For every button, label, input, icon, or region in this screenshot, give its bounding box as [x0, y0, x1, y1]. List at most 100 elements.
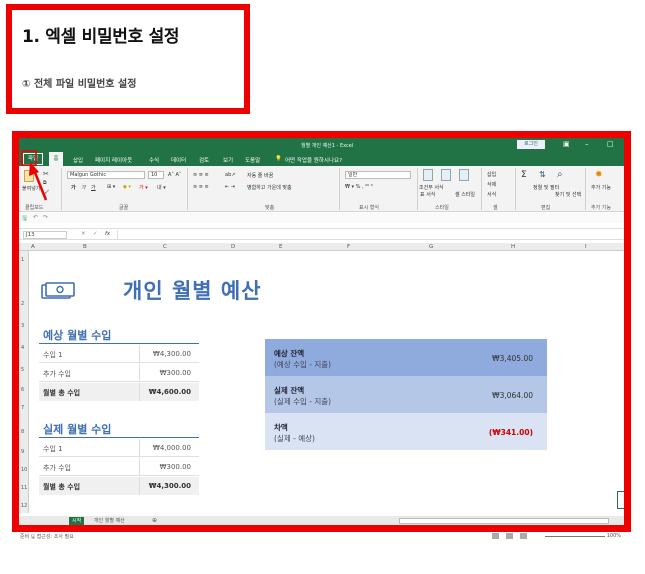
- menu-home[interactable]: 홈: [49, 152, 63, 166]
- format-table-icon[interactable]: [441, 169, 451, 181]
- page-layout-view-icon[interactable]: [506, 533, 513, 539]
- col-header[interactable]: H: [511, 244, 515, 250]
- add-sheet-icon[interactable]: ⊕: [149, 517, 160, 525]
- col-header[interactable]: C: [163, 244, 167, 250]
- row-header[interactable]: 3: [21, 323, 24, 329]
- format-cells-button[interactable]: 서식: [487, 191, 496, 198]
- menu-data[interactable]: 데이터: [171, 156, 186, 164]
- menu-insert[interactable]: 삽입: [73, 156, 83, 164]
- cell-style-label[interactable]: 셀 스타일: [455, 191, 475, 198]
- menu-help[interactable]: 도움말: [245, 156, 260, 164]
- enter-icon[interactable]: ✓: [93, 231, 98, 237]
- sort-filter-button[interactable]: 정렬 및 필터: [533, 184, 559, 191]
- zoom-slider[interactable]: [545, 536, 605, 537]
- phonetic-icon[interactable]: 내 ▾: [157, 184, 166, 191]
- indent-icon[interactable]: ⇤ ⇥: [225, 184, 235, 190]
- login-button[interactable]: 로그인: [517, 140, 545, 149]
- number-format-select[interactable]: 일반: [345, 171, 411, 179]
- cell-style-icon[interactable]: [459, 169, 469, 181]
- autosum-icon[interactable]: Σ: [521, 170, 527, 180]
- sheet-grid[interactable]: 개인 월별 예산 예상 월별 수입 수입 1 ₩4,300.00 추가 수입 ₩…: [29, 251, 624, 513]
- row-header[interactable]: 4: [21, 345, 24, 351]
- menu-page-layout[interactable]: 페이지 레이아웃: [95, 156, 132, 164]
- row-header[interactable]: 10: [21, 467, 27, 473]
- italic-icon[interactable]: 가: [81, 184, 86, 191]
- menu-formulas[interactable]: 수식: [149, 156, 159, 164]
- page-break-view-icon[interactable]: [520, 533, 527, 539]
- font-size-select[interactable]: 10: [148, 171, 164, 179]
- balance-row-difference[interactable]: 차액 (실제 - 예상) (₩341.00): [265, 413, 547, 450]
- merge-center-button[interactable]: 병합하고 가운데 맞춤: [247, 184, 292, 191]
- table-row[interactable]: 추가 수입 ₩300.00: [39, 458, 199, 476]
- redo-icon[interactable]: ↷: [43, 214, 48, 221]
- insert-cells-button[interactable]: 삽입: [487, 171, 496, 178]
- normal-view-icon[interactable]: [492, 533, 499, 539]
- col-header[interactable]: B: [83, 244, 87, 250]
- row-header[interactable]: 12: [21, 503, 27, 509]
- copy-icon[interactable]: ⧉: [43, 180, 47, 186]
- maximize-icon[interactable]: □: [607, 140, 614, 148]
- border-icon[interactable]: ⊞ ▾: [107, 184, 115, 190]
- cancel-icon[interactable]: ✕: [81, 231, 86, 237]
- row-header[interactable]: 5: [21, 367, 24, 373]
- cut-icon[interactable]: ✂: [43, 170, 49, 178]
- col-header[interactable]: A: [31, 244, 35, 250]
- conditional-format-icon[interactable]: [423, 169, 433, 181]
- font-name-select[interactable]: Malgun Gothic: [67, 171, 145, 179]
- align-left-icon[interactable]: ≡ ≡ ≡: [193, 184, 209, 190]
- conditional-format-label[interactable]: 조건부 서식: [419, 184, 444, 191]
- currency-icon[interactable]: ₩ ▾ % , ⁰⁰ ⁰: [345, 184, 373, 190]
- name-box[interactable]: J13: [23, 231, 67, 239]
- underline-icon[interactable]: 가: [91, 184, 96, 191]
- total-row[interactable]: 월별 총 수입 ₩4,600.00: [39, 383, 199, 401]
- find-select-icon[interactable]: ⌕: [557, 169, 563, 180]
- format-painter-icon[interactable]: 🖌: [43, 190, 49, 196]
- total-row[interactable]: 월별 총 수입 ₩4,300.00: [39, 477, 199, 495]
- col-header[interactable]: G: [429, 244, 433, 250]
- balance-row-actual[interactable]: 실제 잔액 (실제 수입 - 지출) ₩3,064.00: [265, 376, 547, 413]
- font-color-icon[interactable]: 가 ▾: [139, 184, 148, 191]
- table-row[interactable]: 추가 수입 ₩300.00: [39, 364, 199, 382]
- row-header[interactable]: 7: [21, 405, 24, 411]
- orientation-icon[interactable]: ab↗: [225, 172, 235, 178]
- addins-button[interactable]: 추가 기능: [591, 184, 611, 191]
- bold-icon[interactable]: 가: [71, 184, 76, 191]
- align-top-icon[interactable]: ≡ ≡ ≡: [193, 172, 209, 178]
- row-header[interactable]: 6: [21, 387, 24, 393]
- delete-cells-button[interactable]: 삭제: [487, 181, 496, 188]
- tab-start[interactable]: 시작: [69, 517, 85, 525]
- balance-row-expected[interactable]: 예상 잔액 (예상 수입 - 지출) ₩3,405.00: [265, 339, 547, 376]
- row-header[interactable]: 1: [21, 257, 24, 263]
- menu-view[interactable]: 보기: [223, 156, 233, 164]
- horizontal-scrollbar[interactable]: [399, 518, 609, 524]
- formula-input[interactable]: [117, 230, 607, 239]
- row-header[interactable]: 11: [21, 485, 27, 491]
- minimize-icon[interactable]: –: [585, 140, 589, 148]
- col-header[interactable]: E: [279, 244, 282, 250]
- col-header[interactable]: F: [347, 244, 350, 250]
- row-header[interactable]: 9: [21, 449, 24, 455]
- menu-file[interactable]: 파일: [23, 153, 43, 165]
- row-header[interactable]: 8: [21, 429, 24, 435]
- col-header[interactable]: D: [231, 244, 235, 250]
- format-table-label[interactable]: 표 서식: [420, 191, 435, 198]
- table-row[interactable]: 수입 1 ₩4,300.00: [39, 345, 199, 363]
- selected-cell[interactable]: [617, 491, 624, 509]
- wrap-text-button[interactable]: 자동 줄 바꿈: [247, 172, 273, 179]
- tab-monthly-budget[interactable]: 개인 월별 예산: [91, 517, 128, 525]
- undo-icon[interactable]: ↶: [33, 214, 38, 221]
- ribbon-display-icon[interactable]: ▣: [563, 140, 570, 148]
- table-row[interactable]: 수입 1 ₩4,000.00: [39, 439, 199, 457]
- function-icon[interactable]: fx: [105, 231, 110, 237]
- zoom-level[interactable]: 100%: [607, 533, 621, 539]
- sort-filter-icon[interactable]: ⇅: [539, 170, 546, 179]
- find-select-button[interactable]: 찾기 및 선택: [555, 191, 581, 198]
- fill-color-icon[interactable]: ◆ ▾: [123, 184, 131, 190]
- menu-review[interactable]: 검토: [199, 156, 209, 164]
- addins-icon[interactable]: ✸: [595, 170, 603, 180]
- col-header[interactable]: I: [585, 244, 587, 250]
- tell-me-box[interactable]: 어떤 작업을 원하시나요?: [285, 156, 342, 164]
- save-icon[interactable]: 🖫: [22, 214, 27, 224]
- paste-label[interactable]: 붙여넣기: [22, 185, 40, 192]
- font-grow-icon[interactable]: A˄ A˅: [168, 172, 181, 178]
